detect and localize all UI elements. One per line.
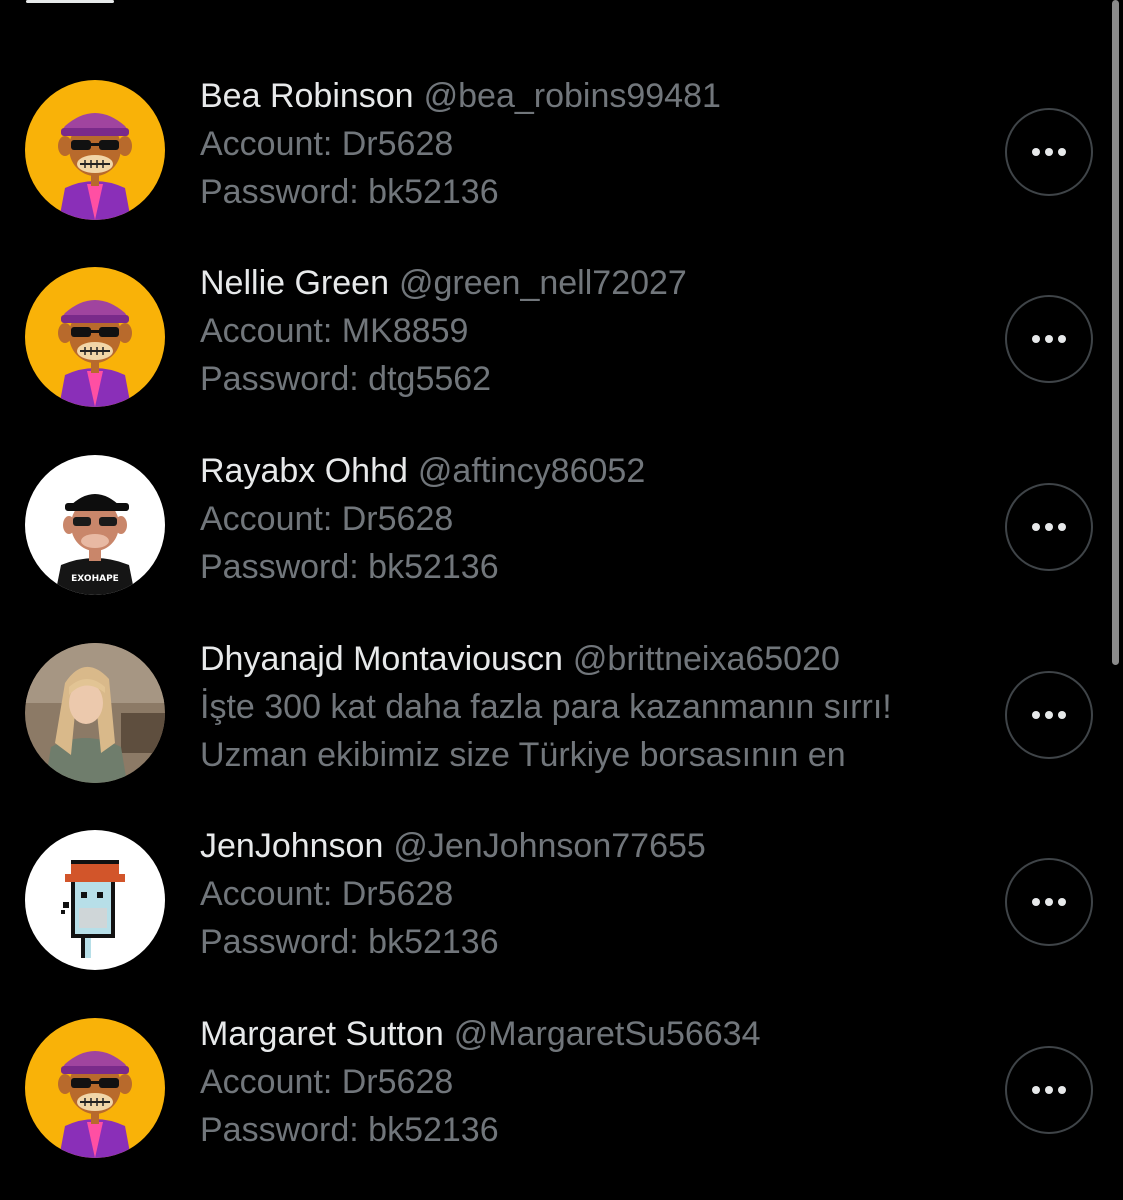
reply-text-line: Password: dtg5562 [200,360,492,398]
avatar[interactable] [25,1018,165,1158]
reply-body: Rayabx Ohhd @aftincy86052 Account: Dr5628… [200,447,990,591]
display-name[interactable]: Bea Robinson [200,77,414,115]
pixel-punk-avatar-image [25,830,165,970]
reply-text-line: Password: bk52136 [200,923,499,961]
more-horizontal-icon [1032,1086,1040,1094]
reply-text-line: Password: bk52136 [200,548,499,586]
reply-text-line: Account: Dr5628 [200,875,454,913]
display-name[interactable]: Margaret Sutton [200,1015,444,1053]
display-name[interactable]: JenJohnson [200,827,383,865]
reply-text-line: Account: MK8859 [200,312,469,350]
avatar[interactable]: EXOHAPE [25,455,165,595]
avatar[interactable] [25,267,165,407]
more-horizontal-icon [1058,898,1066,906]
reply-header: Bea Robinson @bea_robins99481 [200,72,990,120]
bored-ape-avatar-image [25,80,165,220]
more-options-button[interactable] [1005,671,1093,759]
username-handle[interactable]: @aftincy86052 [418,452,645,490]
reply-body: Margaret Sutton @MargaretSu56634 Account:… [200,1010,990,1154]
more-horizontal-icon [1032,148,1040,156]
more-horizontal-icon [1032,711,1040,719]
reply-body: Dhyanajd Montaviouscn @brittneixa65020 İş… [200,635,990,779]
more-options-button[interactable] [1005,858,1093,946]
reply-text-line: Password: bk52136 [200,173,499,211]
reply-text-line: Password: bk52136 [200,1111,499,1149]
scrollbar[interactable] [1112,0,1119,665]
reply-header: Rayabx Ohhd @aftincy86052 [200,447,990,495]
more-horizontal-icon [1032,335,1040,343]
more-horizontal-icon [1045,1086,1053,1094]
reply-body: Nellie Green @green_nell72027 Account: MK… [200,259,990,403]
avatar[interactable] [25,80,165,220]
reply-text-line: Account: Dr5628 [200,500,454,538]
bored-ape-avatar-image [25,1018,165,1158]
reply-item[interactable]: EXOHAPE Rayabx Ohhd @aftincy86052 Account… [0,447,1110,634]
reply-item[interactable]: JenJohnson @JenJohnson77655 Account: Dr56… [0,822,1110,1009]
more-options-button[interactable] [1005,108,1093,196]
username-handle[interactable]: @MargaretSu56634 [454,1015,761,1053]
more-horizontal-icon [1045,148,1053,156]
more-horizontal-icon [1032,523,1040,531]
more-horizontal-icon [1058,1086,1066,1094]
reply-header: JenJohnson @JenJohnson77655 [200,822,990,870]
more-horizontal-icon [1058,148,1066,156]
reply-header: Nellie Green @green_nell72027 [200,259,990,307]
reply-body: Bea Robinson @bea_robins99481 Account: Dr… [200,72,990,216]
bored-ape-avatar-image [25,267,165,407]
reply-text-line: Uzman ekibimiz size Türkiye borsasının e… [200,736,846,774]
more-horizontal-icon [1045,711,1053,719]
active-tab-indicator [26,0,114,3]
avatar[interactable] [25,643,165,783]
reply-header: Margaret Sutton @MargaretSu56634 [200,1010,990,1058]
username-handle[interactable]: @green_nell72027 [399,264,687,302]
more-horizontal-icon [1032,898,1040,906]
more-horizontal-icon [1058,523,1066,531]
reply-item[interactable]: Nellie Green @green_nell72027 Account: MK… [0,259,1110,446]
more-options-button[interactable] [1005,295,1093,383]
more-horizontal-icon [1045,898,1053,906]
woman-photo-avatar-image [25,643,165,783]
display-name[interactable]: Dhyanajd Montaviouscn [200,640,563,678]
username-handle[interactable]: @brittneixa65020 [573,640,840,678]
reply-text-line: Account: Dr5628 [200,1063,454,1101]
reply-body: JenJohnson @JenJohnson77655 Account: Dr56… [200,822,990,966]
reply-item[interactable]: Bea Robinson @bea_robins99481 Account: Dr… [0,72,1110,259]
display-name[interactable]: Rayabx Ohhd [200,452,408,490]
more-options-button[interactable] [1005,1046,1093,1134]
reply-text-line: İşte 300 kat daha fazla para kazanmanın … [200,688,892,726]
avatar[interactable] [25,830,165,970]
more-horizontal-icon [1058,335,1066,343]
more-horizontal-icon [1058,711,1066,719]
avatar-shirt-text: EXOHAPE [71,574,119,584]
ape-black-cap-avatar-image: EXOHAPE [25,455,165,595]
username-handle[interactable]: @JenJohnson77655 [393,827,705,865]
more-horizontal-icon [1045,335,1053,343]
more-options-button[interactable] [1005,483,1093,571]
more-horizontal-icon [1045,523,1053,531]
display-name[interactable]: Nellie Green [200,264,389,302]
reply-text-line: Account: Dr5628 [200,125,454,163]
username-handle[interactable]: @bea_robins99481 [424,77,721,115]
reply-item[interactable]: Margaret Sutton @MargaretSu56634 Account:… [0,1010,1110,1197]
reply-header: Dhyanajd Montaviouscn @brittneixa65020 [200,635,990,683]
reply-item[interactable]: Dhyanajd Montaviouscn @brittneixa65020 İş… [0,635,1110,822]
